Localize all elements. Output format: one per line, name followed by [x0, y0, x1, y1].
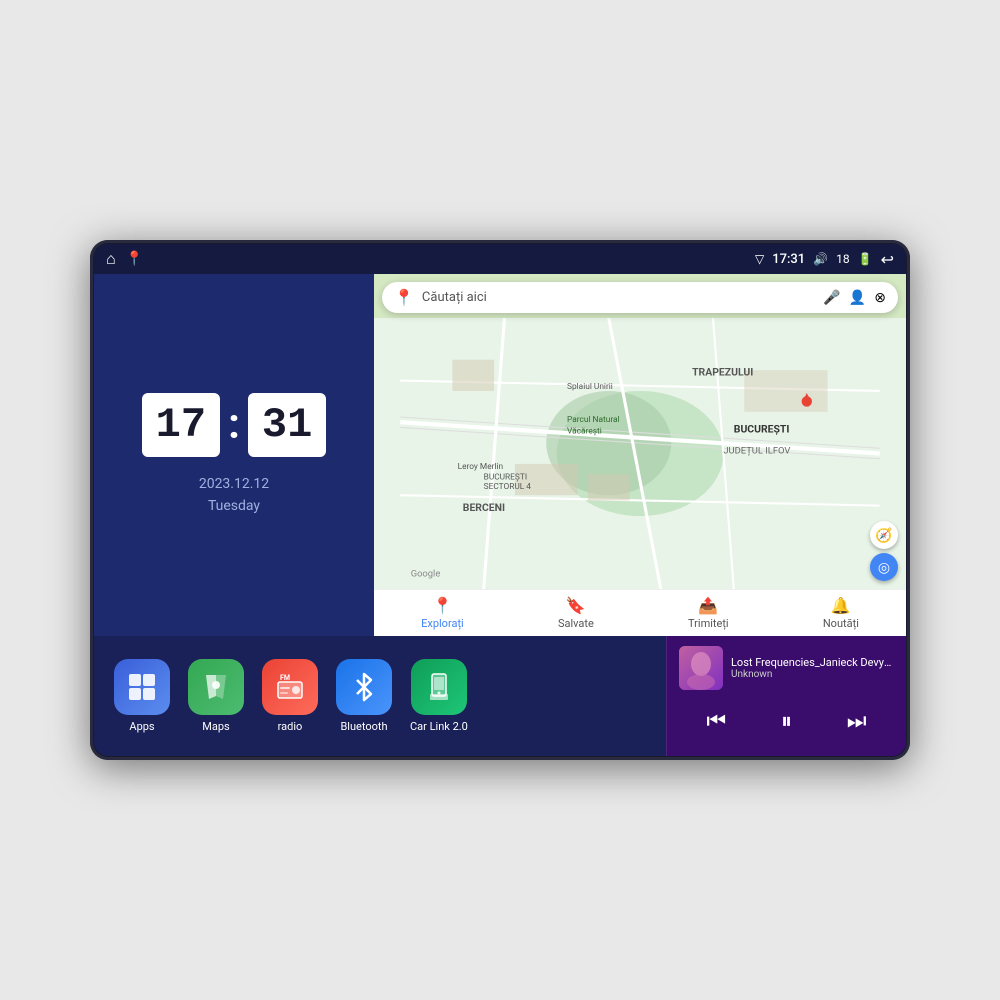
- svg-text:JUDEȚUL ILFOV: JUDEȚUL ILFOV: [723, 446, 790, 457]
- music-info: Lost Frequencies_Janieck Devy-... Unknow…: [679, 646, 894, 690]
- salvate-icon: 🔖: [566, 596, 586, 615]
- svg-text:Splaiul Unirii: Splaiul Unirii: [567, 382, 613, 392]
- clock-date: 2023.12.12 Tuesday: [199, 473, 269, 518]
- account-icon[interactable]: 👤: [849, 290, 866, 306]
- bluetooth-icon: [336, 659, 392, 715]
- svg-text:Parcul Natural: Parcul Natural: [567, 415, 620, 425]
- clock-colon: :: [228, 400, 240, 449]
- music-artist: Unknown: [731, 669, 894, 680]
- maps-pin-icon: 📍: [394, 288, 414, 307]
- map-svg: TRAPEZULUI BUCUREȘTI JUDEȚUL ILFOV BERCE…: [374, 318, 906, 589]
- trimiteti-label: Trimiteți: [688, 617, 729, 630]
- tab-noutati[interactable]: 🔔 Noutăți: [823, 596, 859, 630]
- top-section: 17 : 31 2023.12.12 Tuesday 📍 Căutați aic…: [94, 274, 906, 636]
- map-bottom-tabs: 📍 Explorați 🔖 Salvate 📤 Trimiteți �: [374, 589, 906, 636]
- music-text: Lost Frequencies_Janieck Devy-... Unknow…: [731, 656, 894, 680]
- signal-icon: ▽: [755, 252, 764, 266]
- apps-icon: [114, 659, 170, 715]
- location-btn[interactable]: ◎: [870, 553, 898, 581]
- home-icon[interactable]: ⌂: [106, 249, 116, 269]
- tab-salvate[interactable]: 🔖 Salvate: [558, 596, 594, 630]
- app-carlink[interactable]: Car Link 2.0: [410, 659, 468, 733]
- clock-panel: 17 : 31 2023.12.12 Tuesday: [94, 274, 374, 636]
- status-right: ▽ 17:31 🔊 18 🔋 ↩: [755, 250, 894, 269]
- map-body[interactable]: TRAPEZULUI BUCUREȘTI JUDEȚUL ILFOV BERCE…: [374, 318, 906, 589]
- explorati-icon: 📍: [432, 596, 452, 615]
- bottom-section: Apps Maps: [94, 636, 906, 756]
- main-content: 17 : 31 2023.12.12 Tuesday 📍 Căutați aic…: [94, 274, 906, 756]
- map-search-bar[interactable]: 📍 Căutați aici 🎤 👤 ⊗: [382, 282, 898, 313]
- bluetooth-label: Bluetooth: [340, 720, 387, 733]
- battery-level: 18: [836, 252, 850, 266]
- app-bluetooth[interactable]: Bluetooth: [336, 659, 392, 733]
- compass-btn[interactable]: 🧭: [870, 521, 898, 549]
- music-title: Lost Frequencies_Janieck Devy-...: [731, 656, 894, 669]
- noutati-label: Noutăți: [823, 617, 859, 630]
- maps-label: Maps: [202, 720, 229, 733]
- status-bar: ⌂ 📍 ▽ 17:31 🔊 18 🔋 ↩: [94, 244, 906, 274]
- maps-status-icon[interactable]: 📍: [126, 251, 143, 267]
- status-left: ⌂ 📍: [106, 249, 143, 269]
- music-controls: ⏮ ⏸ ⏭: [679, 704, 894, 738]
- tab-trimiteti[interactable]: 📤 Trimiteți: [688, 596, 729, 630]
- salvate-label: Salvate: [558, 617, 594, 630]
- volume-icon: 🔊: [813, 252, 828, 266]
- explorati-label: Explorați: [421, 617, 464, 630]
- play-pause-button[interactable]: ⏸: [777, 704, 796, 738]
- svg-text:BERCENI: BERCENI: [463, 501, 505, 514]
- carlink-label: Car Link 2.0: [410, 720, 468, 733]
- svg-text:Leroy Merlin: Leroy Merlin: [458, 462, 504, 472]
- map-controls: 🧭 ◎: [870, 521, 898, 581]
- map-panel[interactable]: 📍 Căutați aici 🎤 👤 ⊗: [374, 274, 906, 636]
- app-maps[interactable]: Maps: [188, 659, 244, 733]
- album-art: [679, 646, 723, 690]
- svg-text:TRAPEZULUI: TRAPEZULUI: [692, 365, 753, 378]
- map-search-icons: 🎤 👤 ⊗: [823, 290, 886, 306]
- noutati-icon: 🔔: [831, 596, 851, 615]
- app-apps[interactable]: Apps: [114, 659, 170, 733]
- car-head-unit: ⌂ 📍 ▽ 17:31 🔊 18 🔋 ↩ 17 :: [90, 240, 910, 760]
- status-time: 17:31: [772, 252, 805, 267]
- app-radio[interactable]: FM radio: [262, 659, 318, 733]
- apps-label: Apps: [129, 720, 154, 733]
- clock-minute: 31: [248, 393, 326, 457]
- apps-panel: Apps Maps: [94, 636, 666, 756]
- svg-text:SECTORUL 4: SECTORUL 4: [484, 482, 532, 492]
- back-icon[interactable]: ↩: [881, 250, 894, 269]
- battery-icon: 🔋: [858, 252, 873, 266]
- svg-text:Văcărești: Văcărești: [567, 427, 602, 437]
- maps-icon: [188, 659, 244, 715]
- carlink-icon: [411, 659, 467, 715]
- svg-text:FM: FM: [280, 674, 290, 682]
- next-button[interactable]: ⏭: [843, 704, 871, 738]
- tab-explorati[interactable]: 📍 Explorați: [421, 596, 464, 630]
- prev-button[interactable]: ⏮: [702, 704, 730, 738]
- map-search-text[interactable]: Căutați aici: [422, 290, 815, 305]
- svg-text:BUCUREȘTI: BUCUREȘTI: [734, 423, 790, 436]
- mic-icon[interactable]: 🎤: [823, 290, 840, 306]
- radio-label: radio: [278, 720, 303, 733]
- music-panel: Lost Frequencies_Janieck Devy-... Unknow…: [666, 636, 906, 756]
- radio-icon: FM: [262, 659, 318, 715]
- clock-hour: 17: [142, 393, 220, 457]
- svg-text:Google: Google: [411, 568, 441, 579]
- screen: ⌂ 📍 ▽ 17:31 🔊 18 🔋 ↩ 17 :: [94, 244, 906, 756]
- trimiteti-icon: 📤: [698, 596, 718, 615]
- layers-icon[interactable]: ⊗: [874, 290, 886, 306]
- clock-display: 17 : 31: [142, 393, 327, 457]
